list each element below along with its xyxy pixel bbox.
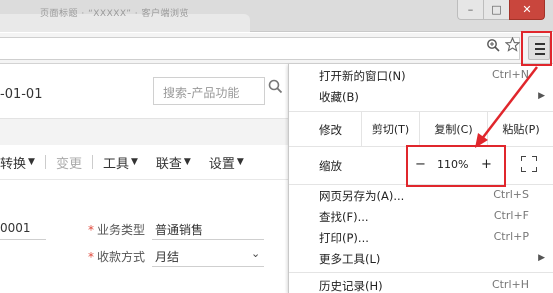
chevron-right-icon: ▶: [538, 253, 545, 263]
shortcut-print: Ctrl+P: [493, 230, 529, 243]
shortcut-new-window: Ctrl+N: [491, 68, 529, 81]
cut-button[interactable]: 剪切(T): [361, 112, 419, 146]
menu-item-save-as[interactable]: 网页另存为(A)...: [319, 188, 404, 204]
toolbar-separator: [44, 155, 46, 169]
window-controls: – □ ✕: [457, 0, 545, 20]
menu-item-new-window[interactable]: 打开新的窗口(N): [319, 68, 406, 84]
change-button[interactable]: 变更: [56, 152, 82, 172]
close-button[interactable]: ✕: [509, 0, 545, 20]
menu-item-history[interactable]: 历史记录(H): [319, 278, 383, 293]
copy-button[interactable]: 复制(C): [419, 112, 487, 146]
chevron-down-icon: ▼: [236, 157, 244, 167]
window-title: 页面标题 · “XXXXX” · 客户端浏览: [40, 9, 189, 19]
divider: [0, 179, 288, 180]
menu-item-bookmarks[interactable]: 收藏(B): [319, 89, 359, 105]
shortcut-find: Ctrl+F: [493, 209, 529, 222]
shortcut-history: Ctrl+H: [491, 278, 529, 291]
fullscreen-icon[interactable]: [521, 156, 537, 172]
payment-method-select[interactable]: 月结: [155, 248, 179, 265]
menu-item-print[interactable]: 打印(P)...: [319, 230, 369, 246]
chevron-down-icon: ▼: [28, 157, 35, 167]
tools-menu[interactable]: 工具 ▼: [103, 152, 138, 172]
address-bar: [0, 33, 553, 64]
payment-method-label: * 收款方式: [88, 250, 146, 264]
date-field: -01-01: [0, 87, 43, 102]
field-underline: [0, 239, 46, 240]
business-type-value[interactable]: 普通销售: [155, 221, 203, 238]
paste-button[interactable]: 粘贴(P): [487, 112, 553, 146]
field-underline: [152, 239, 264, 240]
menu-divider: [289, 272, 553, 273]
bookmark-star-icon[interactable]: [504, 36, 520, 53]
zoom-highlight: [406, 145, 506, 187]
menu-button-highlight: [521, 31, 552, 66]
chevron-down-icon[interactable]: ⌄: [251, 247, 260, 260]
chevron-right-icon: ▶: [538, 91, 545, 101]
settings-menu[interactable]: 设置 ▼: [209, 152, 244, 172]
title-bar: 页面标题 · “XXXXX” · 客户端浏览 – □ ✕: [0, 0, 553, 32]
zoom-magnifier-icon[interactable]: [485, 38, 501, 54]
section-band: [0, 119, 288, 145]
menu-item-more-tools[interactable]: 更多工具(L): [319, 251, 380, 267]
search-placeholder: 搜索-产品功能: [163, 86, 240, 100]
menu-item-find[interactable]: 查找(F)...: [319, 209, 369, 225]
shortcut-save-as: Ctrl+S: [493, 188, 529, 201]
chevron-down-icon: ▼: [183, 157, 191, 167]
field-underline: [152, 266, 264, 267]
zoom-label: 缩放: [319, 159, 342, 173]
search-input[interactable]: 搜索-产品功能: [153, 77, 265, 105]
linked-query-menu[interactable]: 联查 ▼: [156, 152, 191, 172]
maximize-button[interactable]: □: [483, 0, 509, 20]
business-type-label: * 业务类型: [88, 223, 146, 237]
document-code-value[interactable]: 0001: [0, 221, 31, 235]
search-icon[interactable]: [268, 79, 283, 98]
minimize-button[interactable]: –: [457, 0, 483, 20]
convert-menu[interactable]: 转换 ▼: [0, 152, 35, 172]
toolbar-separator: [91, 155, 93, 169]
edit-label: 修改: [319, 123, 342, 137]
url-input[interactable]: [0, 37, 520, 60]
chevron-down-icon: ▼: [130, 157, 138, 167]
edit-row: 修改 剪切(T) 复制(C) 粘贴(P): [289, 112, 553, 146]
action-toolbar: 转换 ▼ 变更 工具 ▼ 联查 ▼ 设置 ▼: [0, 145, 288, 179]
